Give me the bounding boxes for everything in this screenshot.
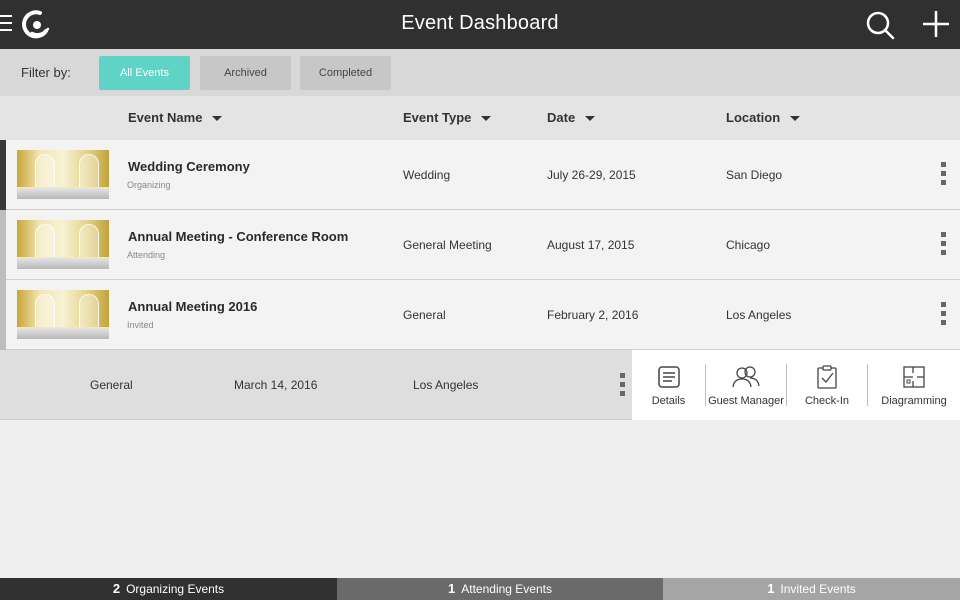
floorplan-icon	[903, 366, 925, 388]
row-accent	[0, 280, 6, 350]
tab-label: Organizing Events	[126, 582, 225, 596]
event-row[interactable]: Annual Meeting - Conference Room Attendi…	[0, 210, 960, 280]
sort-caret-icon	[790, 116, 801, 122]
event-date: July 26-29, 2015	[547, 168, 636, 182]
check-in-button[interactable]: Check-In	[787, 350, 867, 420]
sort-caret-icon	[212, 116, 223, 122]
filter-label: Filter by:	[21, 65, 71, 80]
event-type: General Meeting	[403, 238, 492, 252]
guests-icon	[732, 366, 760, 388]
event-actions-panel: Details Guest Manager Check-In Diagrammi…	[632, 350, 960, 420]
row-accent	[0, 210, 6, 280]
tab-label: Attending Events	[461, 582, 552, 596]
event-type: General	[403, 308, 446, 322]
tab-attending-events[interactable]: 1 Attending Events	[337, 578, 663, 600]
page-title: Event Dashboard	[401, 12, 559, 34]
event-location: Chicago	[726, 238, 771, 252]
app-header: Event Dashboard	[0, 0, 960, 49]
search-icon[interactable]	[864, 9, 896, 41]
guest-manager-button[interactable]: Guest Manager	[706, 350, 786, 420]
tab-organizing-events[interactable]: 2 Organizing Events	[0, 578, 337, 600]
tab-count: 1	[767, 581, 775, 596]
details-button[interactable]: Details	[632, 350, 705, 420]
event-date: August 17, 2015	[547, 238, 635, 252]
tab-invited-events[interactable]: 1 Invited Events	[663, 578, 960, 600]
table-header: Event Name Event Type Date Location	[0, 96, 960, 140]
tab-label: Invited Events	[780, 582, 856, 596]
column-date[interactable]: Date	[547, 110, 596, 125]
tab-count: 2	[112, 581, 121, 596]
more-options-icon[interactable]	[938, 162, 948, 190]
event-name: Annual Meeting 2016	[128, 299, 258, 314]
plus-icon[interactable]	[920, 8, 952, 40]
event-thumbnail	[17, 220, 109, 269]
more-options-icon[interactable]	[617, 373, 627, 401]
more-options-icon[interactable]	[938, 302, 948, 330]
filter-completed-button[interactable]: Completed	[300, 56, 391, 90]
column-location[interactable]: Location	[726, 110, 801, 125]
sort-caret-icon	[585, 116, 596, 122]
event-role: Organizing	[127, 180, 171, 190]
event-name: Annual Meeting - Conference Room	[128, 229, 349, 244]
more-options-icon[interactable]	[938, 232, 948, 260]
event-row-expanded[interactable]: General March 14, 2016 Los Angeles Detai…	[0, 350, 960, 420]
filter-archived-button[interactable]: Archived	[200, 56, 291, 90]
event-location: Los Angeles	[413, 378, 479, 392]
event-type: Wedding	[403, 168, 451, 182]
event-row[interactable]: Annual Meeting 2016 Invited General Febr…	[0, 280, 960, 350]
event-location: Los Angeles	[726, 308, 792, 322]
column-event-type[interactable]: Event Type	[403, 110, 492, 125]
footer-tabs: 2 Organizing Events 1 Attending Events 1 In…	[0, 578, 960, 600]
check-in-label: Check-In	[804, 395, 850, 407]
filter-bar: Filter by: All Events Archived Completed	[0, 49, 960, 96]
filter-all-events-button[interactable]: All Events	[99, 56, 190, 90]
event-date: February 2, 2016	[547, 308, 639, 322]
event-role: Attending	[127, 250, 166, 260]
tab-count: 1	[448, 581, 456, 596]
diagramming-label: Diagramming	[881, 395, 947, 407]
sort-caret-icon	[481, 116, 492, 122]
event-type: General	[90, 378, 133, 392]
diagramming-button[interactable]: Diagramming	[868, 350, 960, 420]
details-label: Details	[651, 395, 686, 407]
guest-manager-label: Guest Manager	[708, 395, 784, 407]
event-date: March 14, 2016	[234, 378, 318, 392]
column-event-name[interactable]: Event Name	[128, 110, 223, 125]
checkin-icon	[817, 365, 837, 389]
event-role: Invited	[127, 320, 154, 330]
event-row[interactable]: Wedding Ceremony Organizing Wedding July…	[0, 140, 960, 210]
row-accent	[0, 140, 6, 210]
event-thumbnail	[17, 290, 109, 339]
event-name: Wedding Ceremony	[128, 159, 250, 174]
event-location: San Diego	[726, 168, 783, 182]
event-thumbnail	[17, 150, 109, 199]
details-icon	[657, 366, 680, 388]
